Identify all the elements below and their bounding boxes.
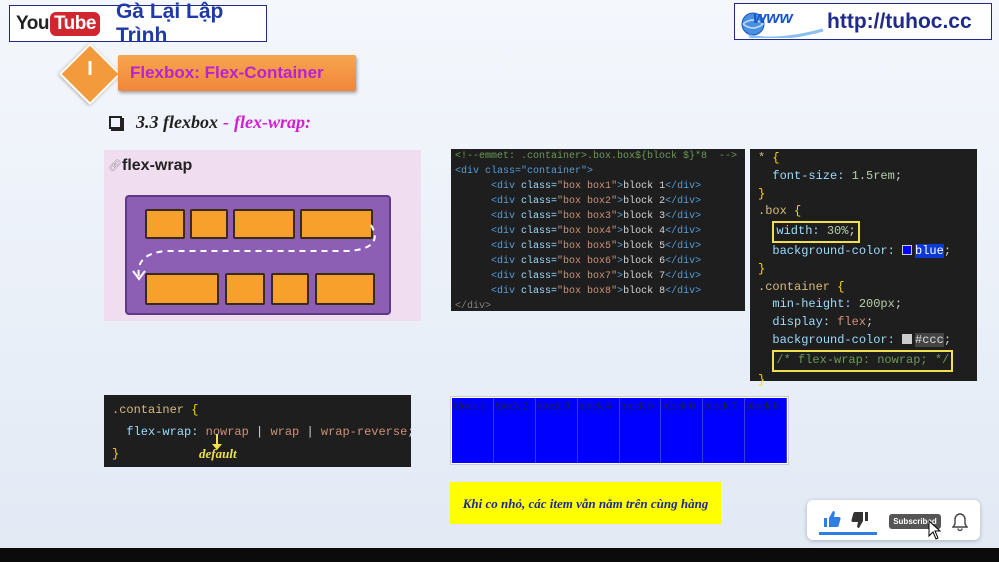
color-swatch-blue (902, 244, 913, 255)
channel-banner: You Tube Gà Lại Lập Trình (9, 0, 267, 47)
youtube-logo-you: You (16, 12, 49, 34)
flex-wrap-comment-highlight: /* flex-wrap: nowrap; */ (758, 349, 969, 372)
code-line: <div class="box box2">block 2</div> (455, 196, 702, 207)
subheading-separator: - (222, 112, 229, 132)
channel-name: Gà Lại Lập Trình (115, 0, 224, 47)
illustration-container (125, 195, 391, 315)
section-title: Flexbox: Flex-Container (130, 63, 324, 82)
link-icon: 🔗︎ (108, 160, 122, 172)
demo-block: block 2 (493, 398, 536, 463)
demo-block: block 4 (577, 398, 620, 463)
color-swatch-ccc (902, 333, 913, 344)
code-line: <div class="box box1">block 1</div> (455, 181, 702, 192)
subheading-property: flex-wrap: (233, 112, 311, 132)
mouse-cursor-icon (928, 519, 942, 540)
thumbs-up-icon[interactable] (822, 509, 842, 529)
default-label: default (199, 446, 237, 461)
css-code-panel: * { font-size: 1.5rem; } .box { width: 3… (750, 149, 977, 387)
demo-block: block 5 (619, 398, 662, 463)
www-logo-text: www (753, 7, 793, 27)
note-callout: Khi co nhỏ, các item vẫn nằm trên cùng h… (450, 482, 721, 524)
thumbs-down-icon[interactable] (850, 510, 870, 530)
code-line: <div class="box box8">block 8</div> (455, 286, 702, 297)
illustration-title: flex-wrap (122, 157, 193, 174)
illustration-item (225, 273, 265, 305)
demo-block: block 6 (661, 398, 704, 463)
flex-demo-output: block 1 block 2 block 3 block 4 block 5 … (450, 396, 789, 465)
section-number: I (87, 58, 93, 80)
demo-block: block 3 (535, 398, 578, 463)
youtube-logo-tube: Tube (49, 11, 100, 36)
demo-block: block 1 (452, 398, 494, 463)
video-bottom-bar (0, 548, 999, 562)
code-line: <div class="box box5">block 5</div> (455, 241, 702, 252)
illustration-item (271, 273, 309, 305)
code-line: <div class="box box6">block 6</div> (455, 256, 702, 267)
notification-bell-icon[interactable] (951, 513, 969, 532)
code-line-container-close: </div> (455, 301, 492, 312)
checkbox-bullet-icon (109, 116, 122, 129)
subheading-number: 3.3 flexbox (136, 112, 218, 132)
illustration-item (145, 273, 219, 305)
subheading: 3.3 flexbox - flex-wrap: (109, 112, 311, 133)
demo-block: block 8 (745, 398, 787, 463)
code-line: <div class="box box3">block 3</div> (455, 211, 702, 222)
code-line: <div class="box box7">block 7</div> (455, 271, 702, 282)
code-line: <div class="box box4">block 4</div> (455, 226, 702, 237)
website-url: http://tuhoc.cc (827, 9, 972, 33)
code-line-container-open: <div class="container"> (455, 166, 594, 177)
width-highlight: width: 30%; (758, 221, 969, 243)
code-comment: <!--emmet: .container>.box.box${block $}… (455, 151, 738, 162)
www-globe-icon: www (739, 6, 825, 39)
demo-block: block 7 (703, 398, 746, 463)
illustration-item (315, 273, 375, 305)
like-progress-bar (819, 532, 877, 535)
website-banner: www http://tuhoc.cc (734, 3, 992, 40)
section-title-bar: Flexbox: Flex-Container (118, 55, 356, 91)
flex-wrap-syntax-panel: .container { flex-wrap: nowrap | wrap | … (104, 395, 415, 467)
html-code-panel: <!--emmet: .container>.box.box${block $}… (451, 149, 745, 312)
